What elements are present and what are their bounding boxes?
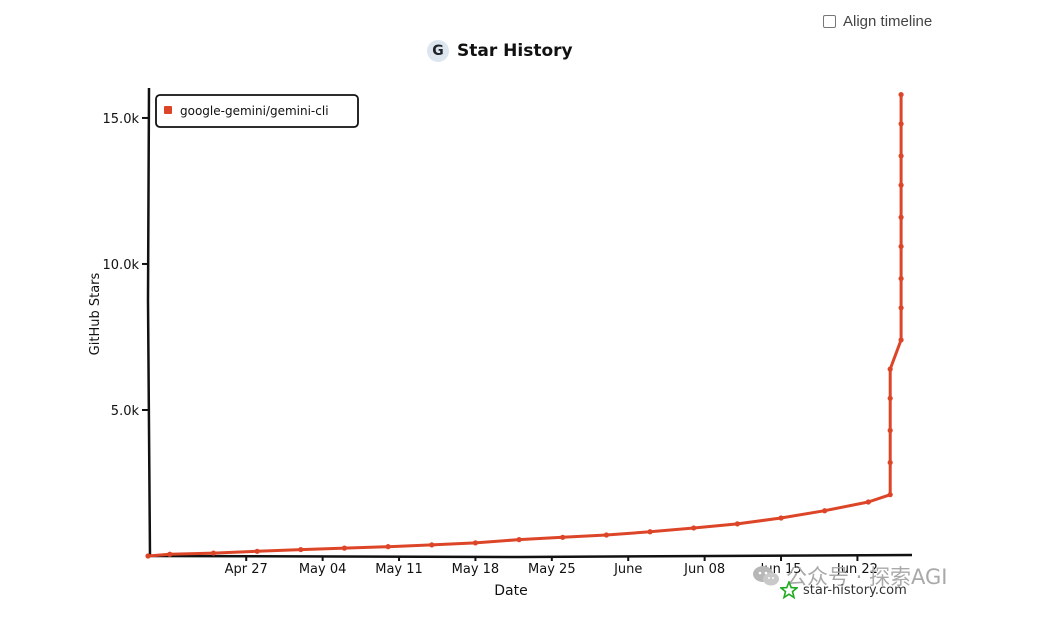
data-point bbox=[560, 534, 566, 540]
data-point bbox=[647, 529, 653, 535]
x-tick-label: May 04 bbox=[299, 562, 347, 577]
data-point bbox=[145, 553, 151, 559]
y-tick-label: 15.0k bbox=[103, 112, 140, 127]
legend-swatch bbox=[164, 106, 172, 114]
data-point bbox=[385, 544, 391, 550]
y-axis-label: GitHub Stars bbox=[88, 272, 103, 355]
data-point bbox=[516, 537, 522, 543]
y-tick-label: 10.0k bbox=[103, 258, 140, 273]
data-point bbox=[887, 427, 893, 434]
data-point bbox=[778, 515, 784, 521]
data-point bbox=[898, 305, 904, 311]
data-point bbox=[603, 532, 610, 538]
legend-entry: google-gemini/gemini-cli bbox=[180, 104, 329, 118]
data-point bbox=[865, 499, 871, 505]
x-tick-label: June bbox=[613, 562, 642, 577]
data-point bbox=[887, 492, 893, 498]
data-point bbox=[254, 548, 260, 554]
data-point bbox=[887, 395, 893, 401]
x-tick-label: Apr 27 bbox=[225, 562, 268, 577]
data-point bbox=[734, 521, 740, 527]
x-axis-label: Date bbox=[494, 583, 527, 599]
legend: google-gemini/gemini-cli bbox=[155, 94, 359, 128]
chart-axes bbox=[146, 87, 913, 559]
y-ticks: 5.0k 10.0k 15.0k bbox=[103, 112, 148, 419]
x-tick-label: May 25 bbox=[528, 562, 576, 577]
x-tick-label: May 18 bbox=[452, 562, 500, 577]
data-point bbox=[898, 275, 904, 282]
data-point bbox=[898, 153, 904, 159]
data-point bbox=[898, 337, 904, 343]
data-point bbox=[429, 542, 435, 548]
star-outline-icon bbox=[780, 581, 798, 599]
y-tick-label: 5.0k bbox=[111, 404, 140, 419]
data-point bbox=[887, 459, 893, 466]
x-tick-label: May 11 bbox=[375, 562, 423, 577]
star-history-chart: 5.0k 10.0k 15.0k Apr 27 May 04 May 11 May 18 M… bbox=[88, 87, 913, 599]
data-point bbox=[898, 121, 904, 127]
data-point bbox=[898, 243, 904, 250]
data-point bbox=[167, 551, 173, 557]
wechat-icon bbox=[753, 566, 779, 586]
data-point bbox=[298, 546, 304, 553]
data-point bbox=[898, 182, 904, 188]
x-tick-label: Jun 08 bbox=[683, 562, 725, 577]
y-axis-line bbox=[146, 87, 152, 558]
data-point bbox=[887, 366, 893, 372]
data-point bbox=[691, 525, 697, 531]
data-point bbox=[898, 92, 904, 98]
data-point bbox=[210, 550, 217, 556]
site-credit-text: star-history.com bbox=[803, 582, 907, 598]
x-axis-line bbox=[147, 553, 913, 559]
site-credit[interactable]: star-history.com bbox=[780, 581, 907, 599]
data-point bbox=[341, 545, 348, 551]
data-point bbox=[472, 540, 479, 546]
data-point bbox=[898, 214, 904, 220]
data-point bbox=[822, 508, 828, 514]
series-layer bbox=[145, 92, 904, 559]
series-line bbox=[146, 93, 903, 558]
